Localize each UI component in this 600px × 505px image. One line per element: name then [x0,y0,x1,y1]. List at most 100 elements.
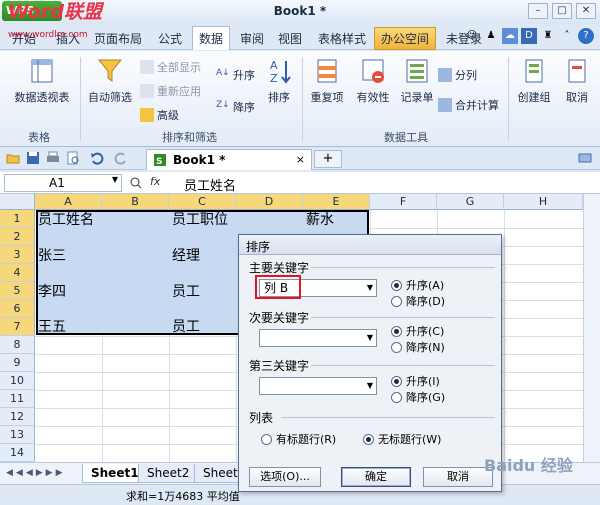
row-header[interactable]: 5 [0,282,35,300]
chevron-down-icon[interactable]: ▼ [367,280,373,296]
row-header[interactable]: 14 [0,444,35,462]
record-form-button[interactable]: 记录单 [396,57,438,105]
row-header[interactable]: 13 [0,426,35,444]
cell-c1[interactable]: 员工职位 [172,211,228,229]
menu-view[interactable]: 视图 [278,30,302,47]
column-header[interactable]: G [437,194,504,210]
vertical-scrollbar[interactable] [583,194,600,462]
advanced-filter-button[interactable]: 高级 [140,107,179,123]
autofilter-button[interactable]: 自动筛选 [84,57,136,105]
maximize-button[interactable]: □ [552,3,572,19]
menu-office-space[interactable]: 办公空间 [374,27,437,50]
new-tab-button[interactable]: + [314,150,342,168]
options-button[interactable]: 选项(O)... [249,467,321,487]
redo-icon[interactable] [114,151,128,165]
collapse-icon[interactable]: ˄ [559,28,575,44]
save-icon[interactable] [26,151,40,165]
formula-input[interactable]: 员工姓名 [184,175,236,194]
sort-az-icon: AZ [270,59,291,85]
tertiary-asc-radio[interactable]: 升序(I) [391,373,440,389]
sheet-nav-arrows[interactable]: ◀◀◀▶▶▶ [6,468,66,478]
pivot-table-button[interactable]: 数据透视表 [10,57,74,105]
print-preview-icon[interactable] [66,151,80,165]
menu-review[interactable]: 审阅 [240,30,264,47]
help-icon[interactable]: ? [578,28,594,44]
radio-dot [261,433,272,445]
close-tab-icon[interactable]: × [296,153,305,166]
cell-c5[interactable]: 员工 [172,283,200,301]
open-folder-icon[interactable] [6,151,20,165]
row-header[interactable]: 7 [0,318,35,336]
zoom-formula-icon[interactable] [130,177,142,189]
cell-c3[interactable]: 经理 [172,247,200,265]
secondary-asc-radio[interactable]: 升序(C) [391,323,444,339]
column-header[interactable]: B [102,194,169,210]
cell-c7[interactable]: 员工 [172,318,200,336]
name-box[interactable]: A1 ▼ [4,174,122,192]
cell-a3[interactable]: 张三 [38,247,66,265]
validity-button[interactable]: 有效性 [352,57,394,105]
tertiary-key-select[interactable]: ▼ [259,377,377,395]
row-header[interactable]: 8 [0,336,35,354]
layout-toggle-icon[interactable] [578,151,592,165]
menu-table-style[interactable]: 表格样式 [318,30,366,47]
sort-desc-button[interactable]: Z↓ 降序 [216,99,255,115]
sort-button[interactable]: AZ 排序 [262,57,296,105]
chevron-down-icon[interactable]: ▼ [367,330,373,346]
secondary-key-select[interactable]: ▼ [259,329,377,347]
secondary-desc-radio[interactable]: 降序(N) [391,339,445,355]
row-header[interactable]: 12 [0,408,35,426]
show-all-button[interactable]: 全部显示 [140,59,201,75]
row-header[interactable]: 9 [0,354,35,372]
column-header[interactable]: E [303,194,370,210]
create-group-button[interactable]: 创建组 [512,57,556,105]
row-header[interactable]: 1 [0,210,35,228]
row-header[interactable]: 11 [0,390,35,408]
cell-a1[interactable]: 员工姓名 [38,211,94,229]
primary-asc-radio[interactable]: 升序(A) [391,277,444,293]
column-header[interactable]: H [504,194,583,210]
ok-button[interactable]: 确定 [341,467,411,487]
primary-desc-radio[interactable]: 降序(D) [391,293,445,309]
minimize-button[interactable]: – [528,3,548,19]
no-header-radio[interactable]: 无标题行(W) [363,431,441,447]
column-header[interactable]: D [236,194,303,210]
menu-data[interactable]: 数据 [192,26,231,50]
select-all-corner[interactable] [0,194,35,210]
row-header[interactable]: 2 [0,228,35,246]
fx-icon[interactable]: fx [150,175,160,188]
menu-page-layout[interactable]: 页面布局 [94,30,142,47]
reapply-button[interactable]: 重新应用 [140,83,201,99]
text-to-columns-button[interactable]: 分列 [438,67,477,83]
people-icon[interactable]: ♜ [540,28,556,44]
has-header-radio[interactable]: 有标题行(R) [261,431,336,447]
menu-formulas[interactable]: 公式 [158,30,182,47]
cell-a7[interactable]: 王五 [38,318,66,336]
shirt-icon[interactable]: ♟ [483,28,499,44]
duplicates-button[interactable]: 重复项 [306,57,348,105]
undo-icon[interactable] [90,151,104,165]
ungroup-button[interactable]: 取消 [558,57,596,105]
row-header[interactable]: 4 [0,264,35,282]
cloud-icon[interactable]: ☁ [502,28,518,44]
row-header[interactable]: 6 [0,300,35,318]
smile-icon[interactable]: ☺ [464,28,480,44]
document-tab[interactable]: S Book1 * × [146,149,312,170]
chevron-down-icon[interactable]: ▼ [367,378,373,394]
cell-e1[interactable]: 薪水 [306,211,334,229]
cell-a5[interactable]: 李四 [38,283,66,301]
close-button[interactable]: ✕ [576,3,596,19]
sort-asc-button[interactable]: A↓ 升序 [216,67,255,83]
column-header[interactable]: C [169,194,236,210]
cancel-button[interactable]: 取消 [423,467,493,487]
print-icon[interactable] [46,151,60,165]
column-header[interactable]: A [35,194,102,210]
row-header[interactable]: 3 [0,246,35,264]
tertiary-desc-radio[interactable]: 降序(G) [391,389,445,405]
consolidate-button[interactable]: 合并计算 [438,97,499,113]
docer-icon[interactable]: D [521,28,537,44]
sheet-tab[interactable]: Sheet2 [138,464,199,483]
chevron-down-icon[interactable]: ▼ [112,175,118,184]
column-header[interactable]: F [370,194,437,210]
row-header[interactable]: 10 [0,372,35,390]
